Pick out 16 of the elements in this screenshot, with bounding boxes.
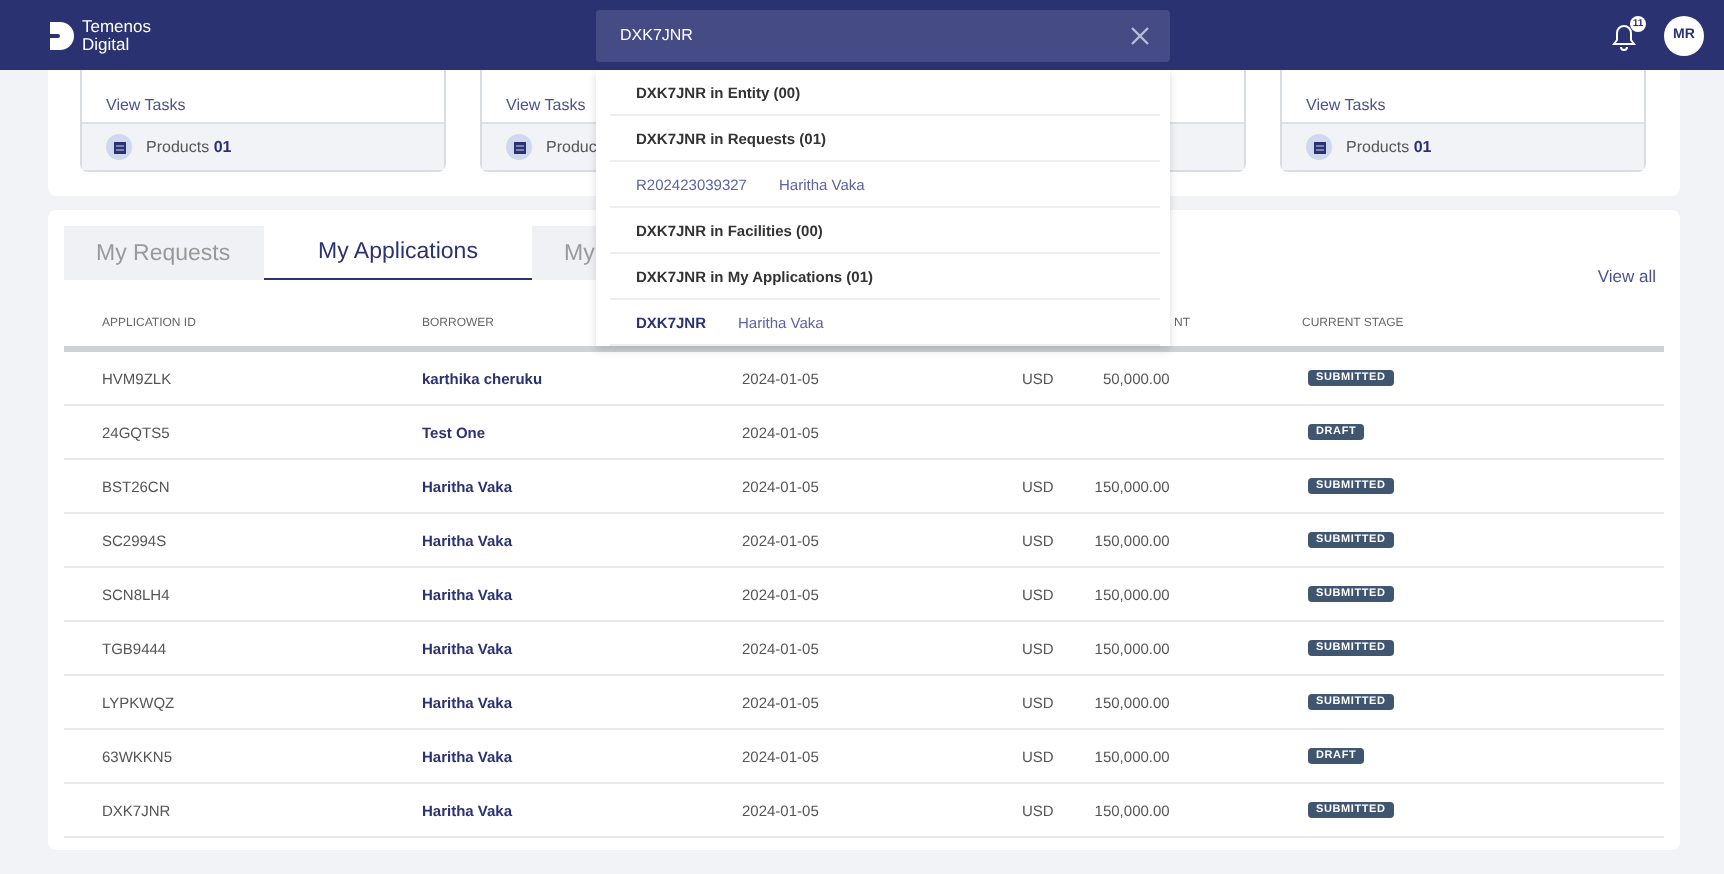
products-count: Products 01: [1346, 138, 1432, 156]
search-value: DXK7JNR: [620, 26, 693, 44]
products-count: Produc: [546, 138, 597, 156]
bell-icon[interactable]: [1608, 19, 1640, 51]
logo-icon: [48, 19, 76, 51]
product-icon: [506, 134, 532, 160]
products-count: Products 01: [146, 138, 232, 156]
view-all-link[interactable]: View all: [1597, 266, 1656, 286]
logo-text: Temenos Digital: [82, 17, 151, 53]
view-tasks-link[interactable]: View Tasks: [106, 96, 186, 114]
close-icon[interactable]: [1130, 25, 1150, 45]
view-tasks-link[interactable]: View Tasks: [506, 96, 586, 114]
product-icon: [1306, 134, 1332, 160]
view-tasks-link[interactable]: View Tasks: [1306, 96, 1386, 114]
search-field[interactable]: DXK7JNR: [596, 9, 1170, 61]
product-icon: [106, 134, 132, 160]
